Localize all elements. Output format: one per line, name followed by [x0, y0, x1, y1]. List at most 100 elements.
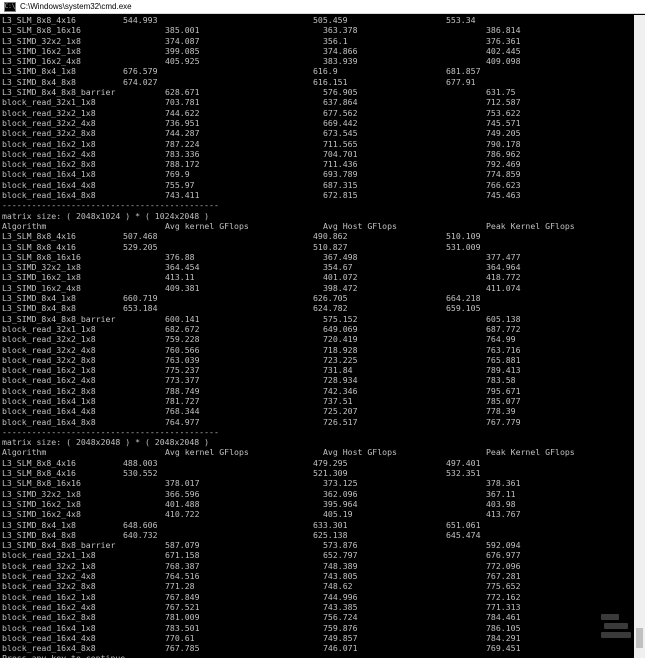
algorithm-name: block_read_16x2_1x8 [2, 591, 96, 602]
scrollbar-thumb[interactable] [636, 628, 643, 648]
avg-host-gflops: 625.138 [313, 529, 348, 540]
avg-host-gflops: 704.701 [323, 148, 358, 159]
result-row: block_read_32x2_4x8 736.951 669.442 745.571 [0, 118, 634, 128]
result-row: block_read_16x4_8x8 764.977 726.517 767.779 [0, 417, 634, 427]
cmd-icon: C:\ [4, 1, 16, 12]
algorithm-name: L3_SIMD_8x4_8x8 [2, 76, 76, 87]
avg-host-gflops: 490.862 [313, 231, 348, 242]
avg-host-gflops: 363.378 [323, 25, 358, 36]
avg-kernel-gflops: 743.411 [165, 190, 200, 201]
peak-kernel-gflops: 418.772 [486, 272, 521, 283]
peak-kernel-gflops: 774.859 [486, 169, 521, 180]
result-row: block_read_32x2_8x8 771.28 748.62 775.652 [0, 581, 634, 591]
peak-kernel-gflops: 784.461 [486, 612, 521, 623]
algorithm-name: L3_SIMD_16x2_1x8 [2, 45, 81, 56]
result-row: block_read_32x2_4x8 760.566 718.928 763.716 [0, 345, 634, 355]
avg-host-gflops: 626.705 [313, 293, 348, 304]
peak-kernel-gflops: 767.281 [486, 571, 521, 582]
avg-host-gflops: 746.071 [323, 643, 358, 654]
peak-kernel-gflops: 592.094 [486, 540, 521, 551]
result-row: L3_SIMD_16x2_4x8 410.722 405.19 413.767 [0, 509, 634, 519]
avg-host-gflops: 723.225 [323, 354, 358, 365]
result-row: L3_SIMD_8x4_8x8 640.732 625.138 645.474 [0, 530, 634, 540]
peak-kernel-gflops: 409.098 [486, 56, 521, 67]
avg-host-gflops: 718.928 [323, 344, 358, 355]
avg-host-gflops: 479.295 [313, 457, 348, 468]
avg-host-gflops: 398.472 [323, 282, 358, 293]
console-output[interactable]: L3_SLM_8x8_4x16 544.993 505.459 553.34 L3_SL… [0, 15, 634, 658]
separator-line: ----------------------------------------… [0, 427, 634, 437]
avg-host-gflops: 742.346 [323, 385, 358, 396]
avg-host-gflops: 373.125 [323, 478, 358, 489]
peak-kernel-gflops: 712.587 [486, 97, 521, 108]
avg-kernel-gflops: 767.849 [165, 591, 200, 602]
result-row: block_read_16x2_4x8 767.521 743.385 771.313 [0, 602, 634, 612]
algorithm-name: block_read_16x2_4x8 [2, 148, 96, 159]
vertical-scrollbar[interactable] [634, 15, 645, 658]
peak-kernel-gflops: 378.361 [486, 478, 521, 489]
peak-kernel-gflops: 367.11 [486, 488, 516, 499]
avg-host-gflops: 759.876 [323, 622, 358, 633]
peak-kernel-gflops: 785.077 [486, 395, 521, 406]
avg-kernel-gflops: 488.003 [123, 457, 158, 468]
avg-kernel-gflops: 767.521 [165, 601, 200, 612]
algorithm-name: L3_SLM_8x8_4x16 [2, 468, 76, 479]
matrix-size-text: matrix size: ( 2048x2048 ) * ( 2048x2048… [2, 437, 210, 448]
algorithm-name: block_read_16x4_4x8 [2, 406, 96, 417]
result-row: block_read_16x2_8x8 781.009 756.724 784.461 [0, 612, 634, 622]
algorithm-name: block_read_16x2_8x8 [2, 159, 96, 170]
peak-kernel-gflops: 771.313 [486, 601, 521, 612]
avg-kernel-gflops: 773.377 [165, 375, 200, 386]
avg-kernel-gflops: 587.079 [165, 540, 200, 551]
avg-kernel-gflops: 648.606 [123, 519, 158, 530]
algorithm-name: block_read_16x4_4x8 [2, 179, 96, 190]
algorithm-name: L3_SIMD_8x4_8x8 [2, 303, 76, 314]
result-row: block_read_32x2_1x8 768.387 748.389 772.096 [0, 561, 634, 571]
result-row: block_read_32x1_1x8 682.672 649.069 687.772 [0, 324, 634, 334]
peak-kernel-gflops: 497.401 [446, 457, 481, 468]
peak-kernel-gflops: 795.671 [486, 385, 521, 396]
peak-kernel-gflops: 786.105 [486, 622, 521, 633]
algorithm-name: block_read_32x2_4x8 [2, 117, 96, 128]
avg-host-gflops: 677.562 [323, 107, 358, 118]
avg-host-gflops: 731.84 [323, 365, 353, 376]
avg-host-gflops: 374.866 [323, 45, 358, 56]
avg-kernel-gflops: 787.224 [165, 138, 200, 149]
avg-host-gflops: 505.459 [313, 15, 348, 25]
column-header-algorithm: Algorithm [2, 447, 47, 458]
algorithm-name: L3_SIMD_16x2_4x8 [2, 509, 81, 520]
algorithm-name: block_read_16x2_4x8 [2, 601, 96, 612]
result-row: L3_SIMD_16x2_1x8 401.488 395.964 403.98 [0, 499, 634, 509]
avg-host-gflops: 616.151 [313, 76, 348, 87]
result-row: L3_SIMD_8x4_1x8 660.719 626.705 664.218 [0, 293, 634, 303]
algorithm-name: block_read_16x4_1x8 [2, 169, 96, 180]
avg-host-gflops: 401.072 [323, 272, 358, 283]
algorithm-name: L3_SIMD_16x2_1x8 [2, 272, 81, 283]
algorithm-name: block_read_32x2_1x8 [2, 334, 96, 345]
avg-host-gflops: 669.442 [323, 117, 358, 128]
peak-kernel-gflops: 687.772 [486, 323, 521, 334]
result-row: block_read_32x2_8x8 744.287 673.545 749.205 [0, 128, 634, 138]
avg-kernel-gflops: 764.516 [165, 571, 200, 582]
result-row: block_read_16x4_8x8 767.785 746.071 769.451 [0, 643, 634, 653]
peak-kernel-gflops: 651.061 [446, 519, 481, 530]
algorithm-name: L3_SIMD_8x4_1x8 [2, 519, 76, 530]
algorithm-name: L3_SIMD_8x4_8x8_barrier [2, 313, 116, 324]
algorithm-name: block_read_32x1_1x8 [2, 97, 96, 108]
window-titlebar[interactable]: C:\ C:\Windows\system32\cmd.exe [0, 0, 645, 14]
algorithm-name: L3_SIMD_8x4_8x8_barrier [2, 540, 116, 551]
avg-kernel-gflops: 628.671 [165, 87, 200, 98]
peak-kernel-gflops: 376.361 [486, 35, 521, 46]
avg-kernel-gflops: 781.727 [165, 395, 200, 406]
result-row: block_read_16x2_8x8 788.172 711.436 792.469 [0, 159, 634, 169]
peak-kernel-gflops: 645.474 [446, 529, 481, 540]
separator-text: ----------------------------------------… [2, 426, 219, 437]
avg-kernel-gflops: 775.237 [165, 365, 200, 376]
result-row: block_read_16x4_1x8 783.501 759.876 786.105 [0, 623, 634, 633]
algorithm-name: block_read_16x4_1x8 [2, 622, 96, 633]
result-row: L3_SLM_8x8_16x16 385.001 363.378 386.814 [0, 25, 634, 35]
result-row: block_read_32x1_1x8 671.158 652.797 676.977 [0, 550, 634, 560]
avg-kernel-gflops: 736.951 [165, 117, 200, 128]
peak-kernel-gflops: 784.291 [486, 632, 521, 643]
algorithm-name: L3_SLM_8x8_4x16 [2, 15, 76, 25]
